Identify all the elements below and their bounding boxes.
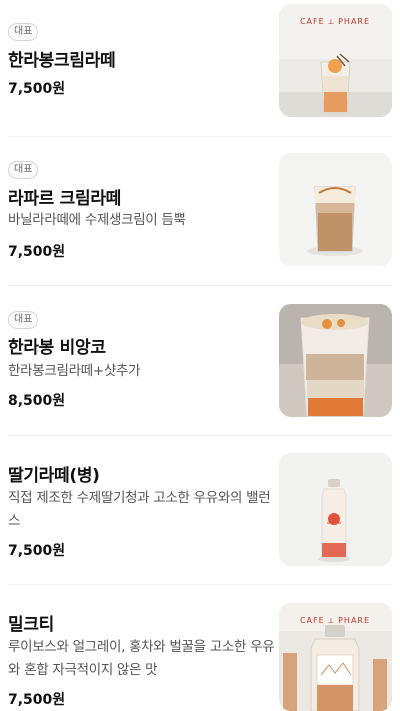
layered-orange-milk-drink-photo xyxy=(279,304,392,417)
menu-item-name: 딸기라떼(병) xyxy=(8,466,100,486)
menu-item-price: 7,500원 xyxy=(8,543,66,559)
iced-latte-with-orange-garnish-photo: CAFE ⟂ PHARE xyxy=(279,4,392,117)
menu-item-lapare-cream-latte[interactable]: 대표 라파르 크림라떼 바닐라라떼에 수제생크림이 듬뿍 7,500원 xyxy=(0,137,400,285)
menu-item-name: 라파르 크림라떼 xyxy=(8,189,121,209)
menu-item-name: 한라봉 비앙코 xyxy=(8,338,106,358)
cafe-logo: CAFE ⟂ PHARE xyxy=(300,616,370,625)
cream-latte-glass-photo xyxy=(279,153,392,266)
menu-item-milk-tea[interactable]: 밀크티 루이보스와 얼그레이, 홍차와 벌꿀을 고소한 우유와 혼합 자극적이지… xyxy=(0,585,400,711)
cafe-logo: CAFE ⟂ PHARE xyxy=(300,17,370,26)
menu-item-hallabong-bianco[interactable]: 대표 한라봉 비앙코 한라봉크림라떼+샷추가 8,500원 xyxy=(0,286,400,435)
menu-item-price: 7,500원 xyxy=(8,81,66,97)
strawberry-latte-bottle-photo xyxy=(279,453,392,566)
menu-item-name: 한라봉크림라떼 xyxy=(8,51,116,71)
menu-item-name: 밀크티 xyxy=(8,615,55,635)
menu-list: 대표 한라봉크림라떼 7,500원 CAFE ⟂ PHARE 대표 라파르 크림… xyxy=(0,0,400,711)
signature-badge: 대표 xyxy=(8,161,39,179)
menu-item-description: 한라봉크림라떼+샷추가 xyxy=(8,363,141,379)
menu-item-hallabong-cream-latte[interactable]: 대표 한라봉크림라떼 7,500원 CAFE ⟂ PHARE xyxy=(0,0,400,136)
menu-item-description: 직접 제조한 수제딸기청과 고소한 우유와의 밸런스 xyxy=(8,490,271,529)
signature-badge: 대표 xyxy=(8,311,39,329)
menu-item-price: 7,500원 xyxy=(8,692,66,708)
menu-item-strawberry-latte-bottle[interactable]: 딸기라떼(병) 직접 제조한 수제딸기청과 고소한 우유와의 밸런스 7,500… xyxy=(0,436,400,584)
menu-item-description: 바닐라라떼에 수제생크림이 듬뿍 xyxy=(8,212,186,228)
signature-badge: 대표 xyxy=(8,23,39,41)
milk-tea-bottles-photo: CAFE ⟂ PHARE xyxy=(279,603,392,711)
menu-item-price: 7,500원 xyxy=(8,244,66,260)
menu-item-price: 8,500원 xyxy=(8,393,66,409)
menu-item-description: 루이보스와 얼그레이, 홍차와 벌꿀을 고소한 우유와 혼합 자극적이지 않은 … xyxy=(8,639,275,678)
